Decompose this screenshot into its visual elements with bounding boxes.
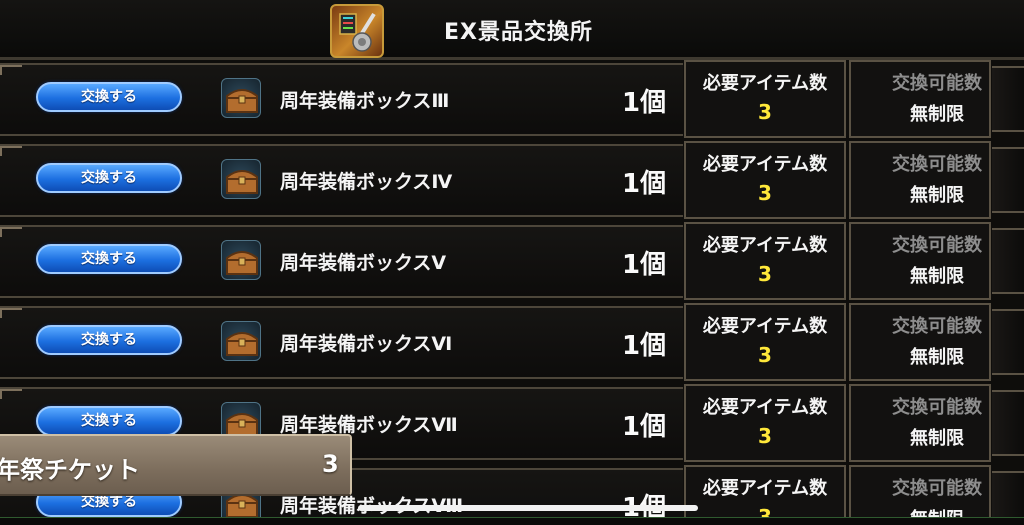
required-items-label: 必要アイテム数 (702, 73, 828, 94)
required-items-value: 3 (758, 343, 772, 367)
ticket-count: 3 (322, 450, 339, 478)
item-name: 周年装備ボックスⅣ (280, 171, 453, 193)
home-indicator[interactable] (358, 505, 698, 511)
treasure-chest-icon (221, 321, 261, 361)
exchange-button[interactable]: 交換する (36, 82, 182, 112)
exchangeable-box: 交換可能数 無制限 (849, 141, 991, 219)
exchange-row: 交換する 周年装備ボックスⅣ 1個 必要アイテム数 3 交換可能数 無制限 (0, 141, 1024, 219)
header-bar: EX景品交換所 (0, 0, 1024, 60)
row-edge (992, 309, 1024, 375)
exchange-button[interactable]: 交換する (36, 163, 182, 193)
row-edge (992, 66, 1024, 132)
treasure-chest-icon (221, 159, 261, 199)
item-quantity: 1個 (622, 88, 667, 118)
corner-ornament (0, 227, 22, 237)
required-items-label: 必要アイテム数 (702, 478, 828, 499)
row-edge (992, 228, 1024, 294)
treasure-chest-icon (221, 78, 261, 118)
exchangeable-box: 交換可能数 無制限 (849, 222, 991, 300)
item-quantity: 1個 (622, 331, 667, 361)
item-quantity: 1個 (622, 169, 667, 199)
ticket-count-bar: 年祭チケット 3 (0, 434, 352, 496)
page-title: EX景品交換所 (444, 20, 593, 45)
treasure-chest-icon (221, 240, 261, 280)
item-name: 周年装備ボックスⅦ (280, 414, 458, 436)
bottom-edge (0, 517, 1024, 525)
required-items-box: 必要アイテム数 3 (684, 60, 846, 138)
required-items-value: 3 (758, 424, 772, 448)
required-items-box: 必要アイテム数 3 (684, 384, 846, 462)
exchange-row: 交換する 周年装備ボックスⅢ 1個 必要アイテム数 3 交換可能数 無制限 (0, 60, 1024, 138)
row-edge (992, 147, 1024, 213)
ticket-name: 年祭チケット (0, 456, 140, 484)
exchangeable-box: 交換可能数 無制限 (849, 465, 991, 525)
required-items-box: 必要アイテム数 3 (684, 303, 846, 381)
exchange-row: 交換する 周年装備ボックスⅥ 1個 必要アイテム数 3 交換可能数 無制限 (0, 303, 1024, 381)
required-items-box: 必要アイテム数 3 (684, 222, 846, 300)
corner-ornament (0, 146, 22, 156)
item-name: 周年装備ボックスⅢ (280, 90, 450, 112)
exchange-button[interactable]: 交換する (36, 406, 182, 436)
exchange-button[interactable]: 交換する (36, 244, 182, 274)
required-items-label: 必要アイテム数 (702, 397, 828, 418)
corner-ornament (0, 65, 22, 75)
exchange-button[interactable]: 交換する (36, 325, 182, 355)
exchangeable-box: 交換可能数 無制限 (849, 384, 991, 462)
item-quantity: 1個 (622, 412, 667, 442)
required-items-box: 必要アイテム数 3 (684, 141, 846, 219)
corner-ornament (0, 389, 22, 399)
item-name: 周年装備ボックスⅥ (280, 333, 453, 355)
sword-shield-icon (330, 4, 384, 58)
exchangeable-box: 交換可能数 無制限 (849, 303, 991, 381)
item-name: 周年装備ボックスⅤ (280, 252, 447, 274)
item-quantity: 1個 (622, 250, 667, 280)
row-edge (992, 390, 1024, 456)
exchange-row: 交換する 周年装備ボックスⅤ 1個 必要アイテム数 3 交換可能数 無制限 (0, 222, 1024, 300)
required-items-value: 3 (758, 262, 772, 286)
required-items-value: 3 (758, 181, 772, 205)
corner-ornament (0, 308, 22, 318)
required-items-label: 必要アイテム数 (702, 154, 828, 175)
required-items-label: 必要アイテム数 (702, 316, 828, 337)
exchangeable-box: 交換可能数 無制限 (849, 60, 991, 138)
required-items-label: 必要アイテム数 (702, 235, 828, 256)
required-items-value: 3 (758, 100, 772, 124)
required-items-box: 必要アイテム数 3 (684, 465, 846, 525)
